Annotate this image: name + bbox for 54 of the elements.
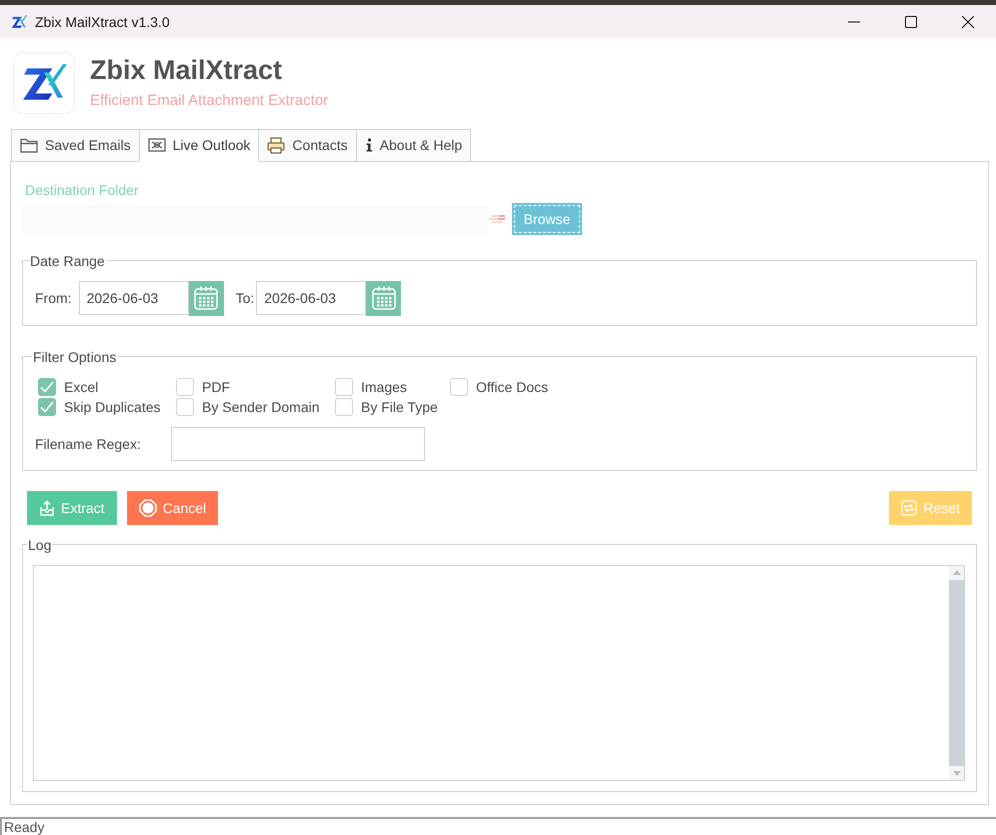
- checkbox-label: Images: [361, 378, 407, 395]
- group-title: Log: [27, 536, 52, 553]
- calendar-icon: [193, 285, 220, 312]
- checkbox[interactable]: [335, 398, 353, 416]
- minimize-icon: [848, 20, 860, 22]
- checkbox-label: PDF: [202, 378, 230, 395]
- folder-icon: [20, 137, 38, 154]
- tab[interactable]: Contacts: [258, 128, 357, 161]
- upload-tray-icon: [39, 500, 55, 516]
- folder-path-field[interactable]: [22, 204, 488, 233]
- checkbox[interactable]: [176, 378, 194, 396]
- stop-icon: [138, 498, 157, 517]
- tab[interactable]: Live Outlook: [138, 128, 260, 162]
- status-text: Ready: [4, 819, 44, 835]
- calendar-button[interactable]: [188, 280, 224, 316]
- group-title: Filter Options: [32, 348, 118, 365]
- from-label: From:: [35, 290, 72, 306]
- close-icon: [962, 16, 974, 28]
- to-label: To:: [236, 290, 254, 306]
- repeat-icon: [901, 500, 918, 516]
- envelope-icon: [148, 138, 166, 152]
- window-title: Zbix MailXtract v1.3.0: [35, 14, 170, 30]
- app-icon: [11, 14, 27, 30]
- calendar-button[interactable]: [366, 280, 402, 316]
- checkmark-icon: [40, 400, 54, 413]
- destination-label: Destination Folder: [25, 180, 139, 199]
- log-text-area[interactable]: [33, 564, 965, 782]
- checkbox-label: By Sender Domain: [202, 398, 320, 415]
- scroll-up-icon: [952, 570, 960, 576]
- checkbox[interactable]: [38, 378, 56, 396]
- group-title: Date Range: [29, 252, 106, 269]
- to-date-field[interactable]: 2026-06-03: [256, 281, 366, 316]
- checkbox-label: Office Docs: [476, 378, 548, 395]
- tab[interactable]: Saved Emails: [11, 128, 140, 161]
- maximize-icon: [904, 16, 916, 28]
- from-date-field[interactable]: 2026-06-03: [78, 281, 189, 316]
- scroll-down-icon: [952, 770, 960, 776]
- checkbox[interactable]: [176, 398, 194, 416]
- info-icon: [364, 138, 373, 152]
- stripes-icon: [489, 214, 505, 223]
- checkmark-icon: [40, 380, 54, 393]
- app-title: Zbix MailXtract: [90, 54, 284, 86]
- checkbox-label: Excel: [64, 378, 98, 395]
- checkbox-label: Skip Duplicates: [64, 398, 160, 415]
- app-subtitle: Efficient Email Attachment Extractor: [90, 92, 328, 110]
- checkbox[interactable]: [450, 378, 468, 396]
- regex-input-field[interactable]: [171, 426, 425, 461]
- printer-icon: [267, 136, 286, 154]
- checkbox-label: By File Type: [361, 398, 438, 415]
- regex-label: Filename Regex:: [35, 436, 142, 452]
- checkbox[interactable]: [335, 378, 353, 396]
- checkbox[interactable]: [38, 398, 56, 416]
- calendar-icon: [370, 285, 397, 312]
- tab[interactable]: About & Help: [356, 128, 472, 161]
